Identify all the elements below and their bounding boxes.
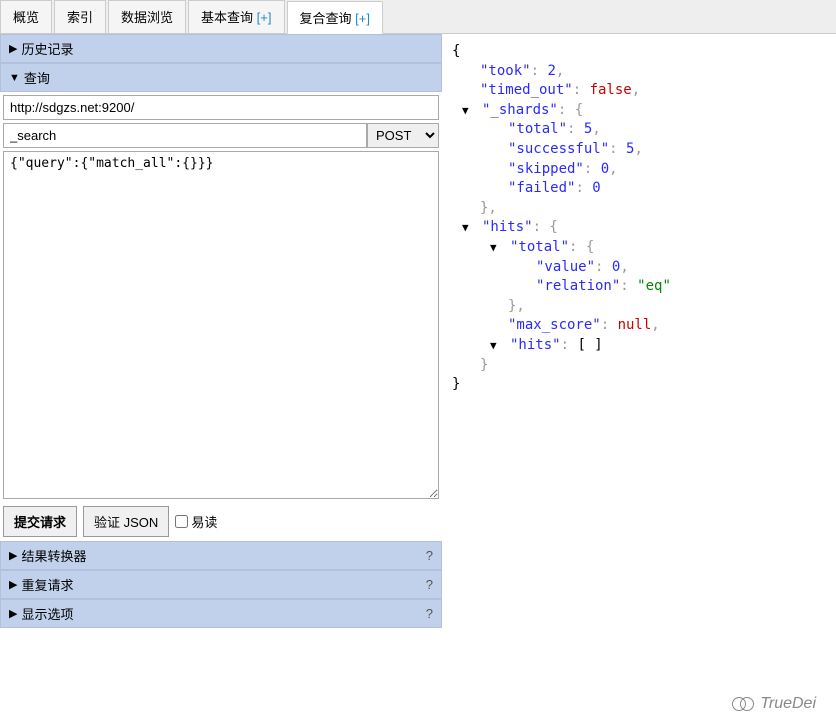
triangle-down-icon: ▼: [9, 72, 20, 84]
tab-indices[interactable]: 索引: [54, 0, 106, 33]
triangle-right-icon: ▶: [9, 607, 17, 620]
result-transformer-header[interactable]: ▶ 结果转换器 ?: [0, 541, 442, 570]
help-icon[interactable]: ?: [426, 606, 433, 621]
tab-browse[interactable]: 数据浏览: [108, 0, 186, 33]
collapse-icon[interactable]: ▼: [490, 241, 497, 254]
tabs-bar: 概览 索引 数据浏览 基本查询 [+] 复合查询 [+]: [0, 0, 836, 34]
validate-button[interactable]: 验证 JSON: [83, 506, 169, 537]
repeat-request-header[interactable]: ▶ 重复请求 ?: [0, 570, 442, 599]
help-icon[interactable]: ?: [426, 548, 433, 563]
watermark: TrueDei: [732, 695, 816, 713]
tab-basic-query[interactable]: 基本查询 [+]: [188, 0, 284, 33]
submit-button[interactable]: 提交请求: [3, 506, 77, 537]
tab-compound-query[interactable]: 复合查询 [+]: [287, 1, 383, 34]
path-input[interactable]: [3, 123, 367, 148]
query-header[interactable]: ▼ 查询: [0, 63, 442, 92]
triangle-right-icon: ▶: [9, 42, 17, 55]
history-header[interactable]: ▶ 历史记录: [0, 34, 442, 63]
wechat-icon: [732, 696, 754, 712]
collapse-icon[interactable]: ▼: [490, 339, 497, 352]
triangle-right-icon: ▶: [9, 549, 17, 562]
repeat-request-label: 重复请求: [21, 575, 73, 594]
display-options-label: 显示选项: [21, 604, 73, 623]
pretty-checkbox[interactable]: [175, 515, 188, 528]
result-transformer-label: 结果转换器: [21, 546, 86, 565]
history-label: 历史记录: [21, 39, 73, 58]
left-panel: ▶ 历史记录 ▼ 查询 POST {"query":{"match_all":{…: [0, 34, 442, 682]
url-input[interactable]: [3, 95, 439, 120]
triangle-right-icon: ▶: [9, 578, 17, 591]
tab-overview[interactable]: 概览: [0, 0, 52, 33]
query-label: 查询: [24, 68, 50, 87]
display-options-header[interactable]: ▶ 显示选项 ?: [0, 599, 442, 628]
help-icon[interactable]: ?: [426, 577, 433, 592]
collapse-icon[interactable]: ▼: [462, 221, 469, 234]
collapse-icon[interactable]: ▼: [462, 104, 469, 117]
response-panel: { "took": 2, "timed_out": false, ▼"_shar…: [442, 34, 836, 682]
body-textarea[interactable]: {"query":{"match_all":{}}}: [3, 151, 439, 499]
pretty-checkbox-label[interactable]: 易读: [175, 512, 217, 531]
method-select[interactable]: POST: [367, 123, 439, 148]
